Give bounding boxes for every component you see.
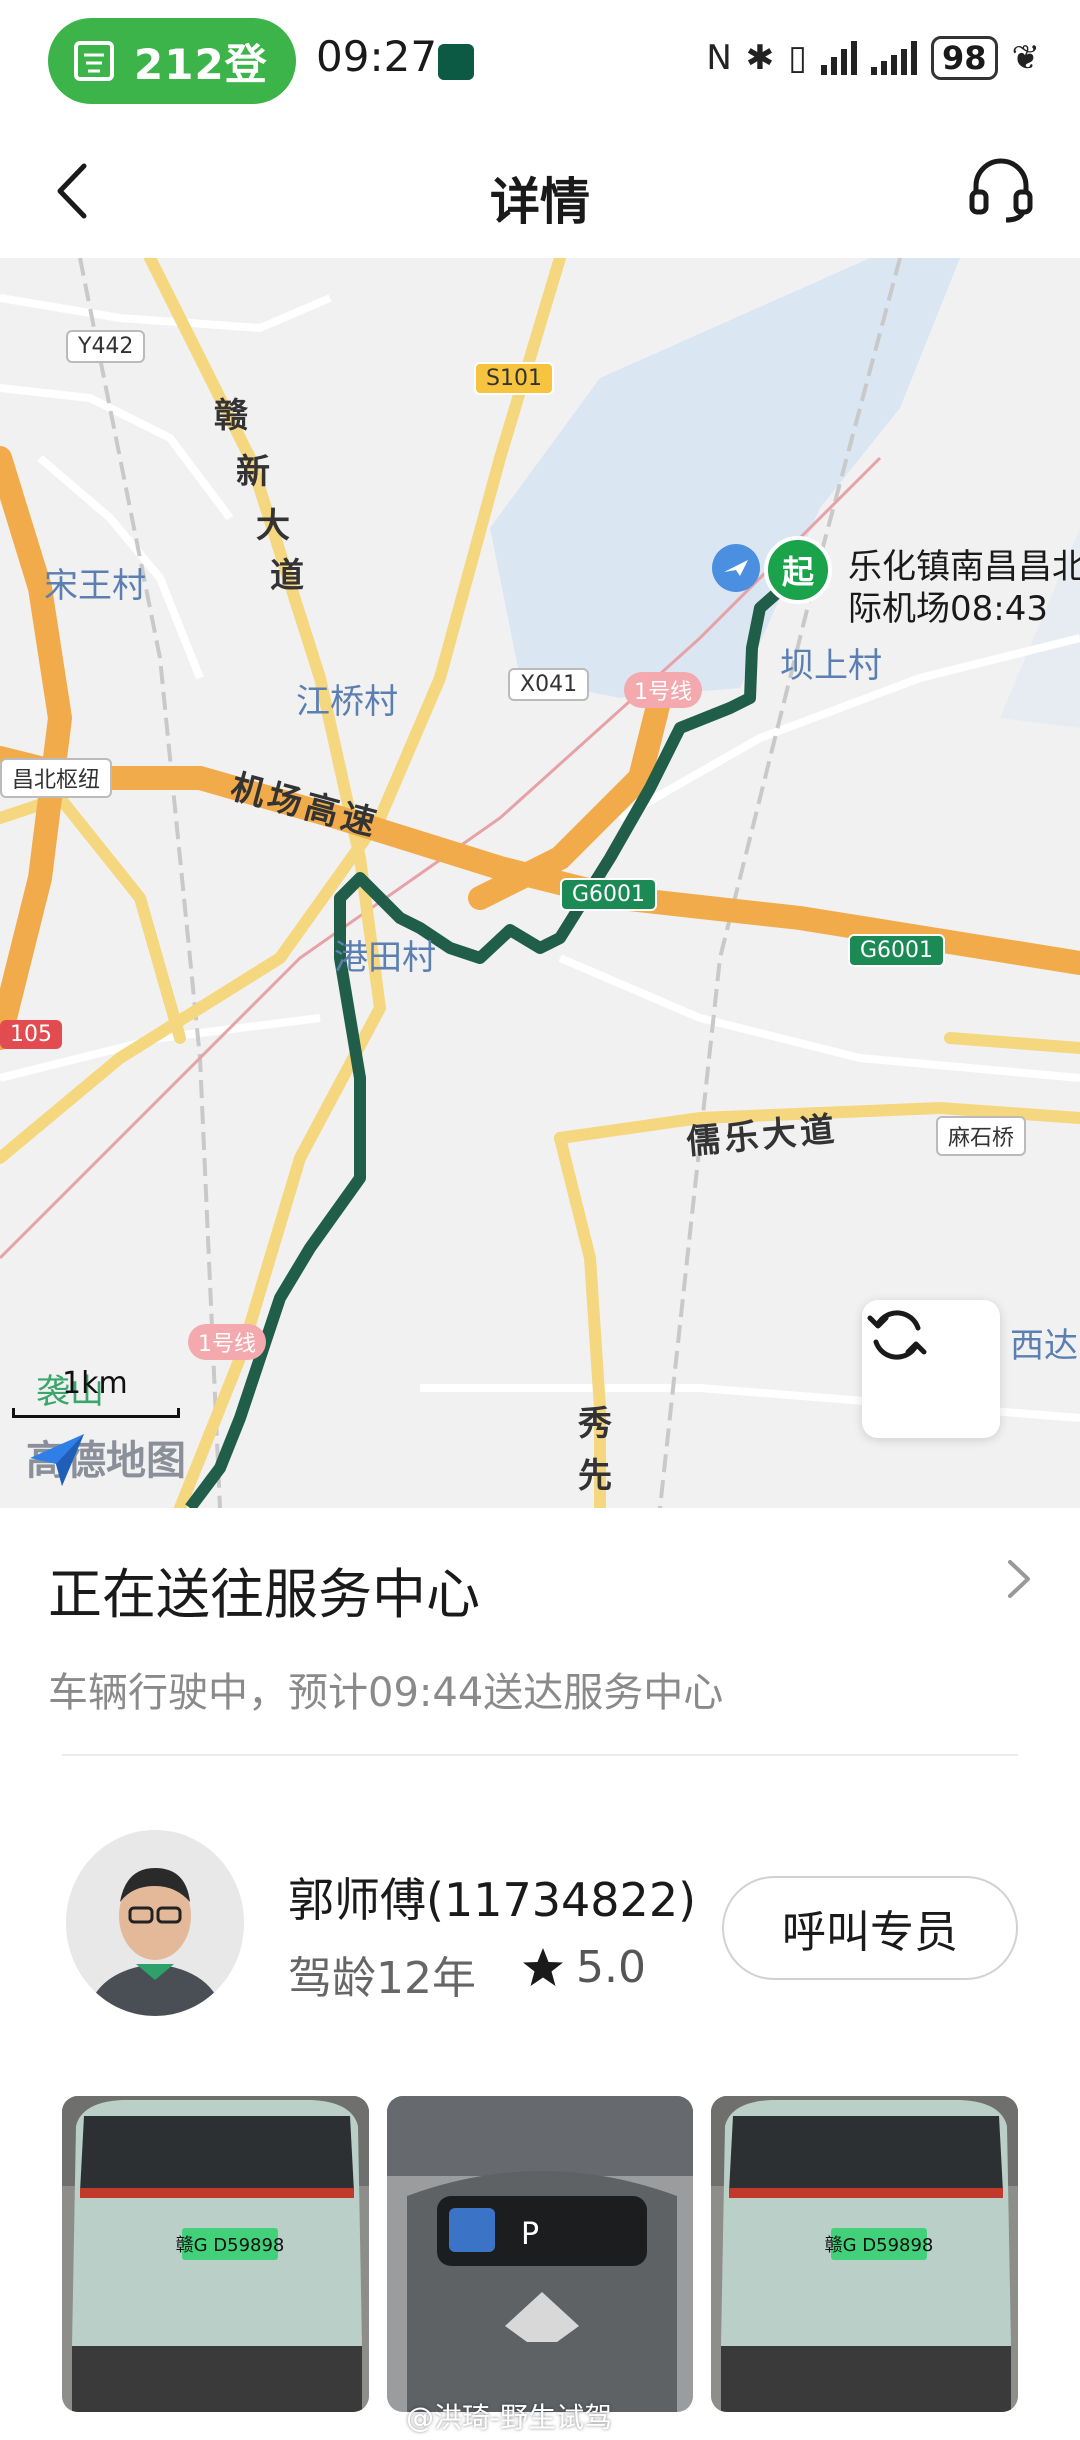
place-label: 港田村: [334, 938, 436, 978]
road-tag: 麻石桥: [936, 1116, 1027, 1156]
notification-icon: [438, 44, 474, 80]
route-map[interactable]: 宋王村 坝上村 江桥村 港田村 西达 袭山 秀 先 赣 新 大 道 机场高速 儒…: [0, 258, 1080, 1508]
rating-value: 5.0: [576, 1942, 646, 1993]
road-tag: Y442: [66, 330, 146, 363]
road-tag: S101: [474, 362, 554, 395]
road-tag: 1号线: [188, 1324, 266, 1360]
nfc-icon: N: [706, 38, 732, 78]
start-location-label: 乐化镇南昌昌北 际机场08:43: [848, 546, 1080, 630]
airport-icon: [712, 544, 760, 592]
divider: [62, 1754, 1018, 1756]
road-tag: 105: [0, 1020, 62, 1049]
bluetooth-icon: ✱: [745, 38, 775, 78]
plate-text: 赣G D59898: [825, 2235, 934, 2256]
headset-icon[interactable]: [966, 154, 1036, 224]
boarding-text: 212登: [134, 39, 268, 89]
star-icon: [523, 1947, 563, 1986]
status-indicators: N ✱ ▯ 98 ❦: [706, 36, 1040, 80]
signal-icon-2: [870, 41, 917, 75]
vehicle-photo[interactable]: P: [386, 2096, 694, 2412]
vehicle-photo[interactable]: 赣G D59898: [711, 2096, 1019, 2412]
route-line: [185, 554, 800, 1508]
battery-indicator: 98: [930, 36, 998, 80]
road-tag: X041: [508, 668, 590, 701]
vibrate-icon: ▯: [788, 38, 807, 78]
start-label-line1: 乐化镇南昌昌北: [848, 547, 1080, 587]
start-label-line2: 际机场08:43: [848, 589, 1048, 629]
boarding-pass-icon: [74, 41, 114, 81]
refresh-icon: [867, 1310, 927, 1360]
page-title: 详情: [490, 173, 590, 231]
place-label: 秀: [578, 1404, 616, 1444]
status-bar: 212登 09:27 N ✱ ▯ 98 ❦: [0, 0, 1080, 120]
driver-name: 郭师傅(11734822): [288, 1873, 697, 1927]
refresh-button[interactable]: [862, 1300, 1000, 1438]
clock: 09:27: [316, 32, 438, 81]
amap-logo: 高德地图: [26, 1428, 186, 1486]
road-label: 新: [236, 452, 274, 492]
vehicle-photos: 赣G D59898 P 赣G D59898: [62, 2096, 1019, 2412]
start-marker[interactable]: 起: [764, 536, 832, 604]
signal-icon: [820, 41, 857, 75]
road-label: 大: [256, 506, 294, 546]
place-label: 先: [578, 1456, 616, 1496]
watermark: @洪琦-野生试驾: [406, 2401, 613, 2434]
road-tag: 1号线: [624, 672, 702, 708]
place-label: 宋王村: [44, 566, 146, 606]
map-scale-bar: [12, 1408, 180, 1418]
call-agent-button[interactable]: 呼叫专员: [722, 1876, 1018, 1980]
amap-logo-icon: [30, 1434, 84, 1486]
vehicle-photo[interactable]: 赣G D59898: [62, 2096, 369, 2412]
road-tag: G6001: [848, 934, 946, 967]
map-scale-label: 1km: [62, 1366, 128, 1401]
road-tag: G6001: [560, 878, 658, 911]
plate-text: 赣G D59898: [176, 2235, 285, 2256]
status-subtitle: 车辆行驶中，预计09:44送达服务中心: [48, 1670, 724, 1716]
place-label: 江桥村: [296, 682, 398, 722]
chevron-right-icon[interactable]: [1000, 1554, 1036, 1604]
leaf-icon: ❦: [1011, 38, 1041, 78]
road-tag: 昌北枢纽: [0, 758, 113, 798]
header: 详情: [0, 120, 1080, 260]
road-label: 道: [270, 556, 308, 596]
place-label: 西达: [1010, 1326, 1078, 1366]
driver-rating: 5.0: [520, 1942, 646, 1993]
boarding-pill[interactable]: 212登: [48, 18, 296, 104]
driver-experience: 驾龄12年: [288, 1953, 476, 2004]
driver-avatar: [66, 1830, 244, 2016]
status-title: 正在送往服务中心: [48, 1563, 480, 1626]
gear-indicator: P: [521, 2217, 539, 2252]
driver-card: 郭师傅(11734822) 驾龄12年 5.0 呼叫专员: [0, 1830, 1080, 2030]
place-label: 坝上村: [780, 646, 882, 686]
road-label: 赣: [214, 396, 252, 436]
